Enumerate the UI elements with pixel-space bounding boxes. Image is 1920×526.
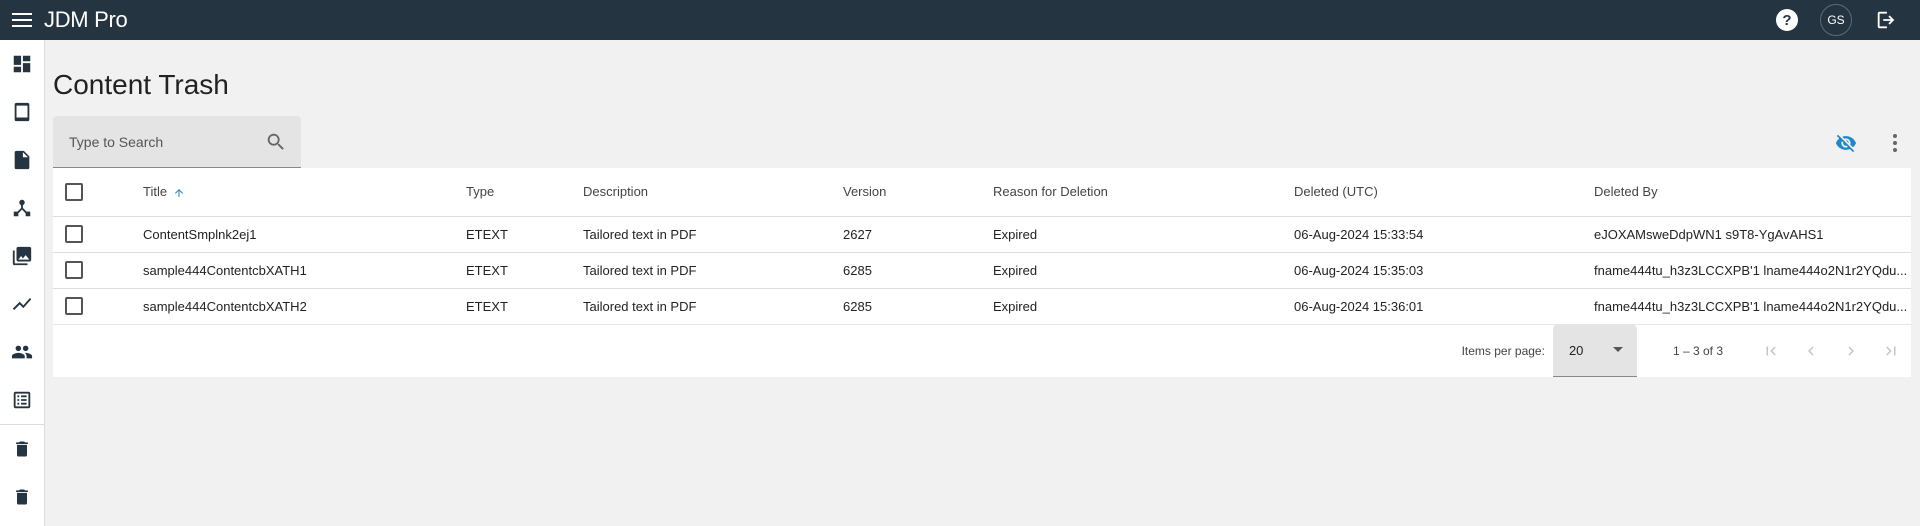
cell-deleted: 06-Aug-2024 15:33:54 xyxy=(1294,216,1594,253)
page-range-label: 1 – 3 of 3 xyxy=(1672,343,1723,358)
toggle-visibility-button[interactable] xyxy=(1833,132,1859,159)
column-header-deleted[interactable]: Deleted (UTC) xyxy=(1294,168,1594,217)
cell-version: 6285 xyxy=(843,288,993,325)
next-page-button[interactable] xyxy=(1831,331,1871,371)
first-page-button[interactable] xyxy=(1751,331,1791,371)
sidebar-item-content-trash[interactable] xyxy=(0,473,44,521)
trash-icon xyxy=(16,441,28,457)
sidebar-nav xyxy=(0,40,45,526)
sidebar-item-workflows[interactable] xyxy=(0,184,44,232)
paginator: Items per page: 20 1 – 3 of 3 xyxy=(53,324,1911,377)
cell-title: sample444ContentcbXATH2 xyxy=(143,288,466,325)
table-row[interactable]: sample444ContentcbXATH1 ETEXT Tailored t… xyxy=(53,252,1911,289)
cell-version: 6285 xyxy=(843,252,993,289)
gallery-icon xyxy=(12,246,32,266)
dropdown-caret-icon xyxy=(1612,346,1623,352)
previous-page-button[interactable] xyxy=(1791,331,1831,371)
column-header-deleted-by[interactable]: Deleted By xyxy=(1594,168,1911,217)
logout-button[interactable] xyxy=(1866,0,1906,40)
main-content: Content Trash Title Type Description xyxy=(53,40,1911,377)
cell-type: ETEXT xyxy=(466,288,583,325)
sidebar-item-gallery[interactable] xyxy=(0,232,44,280)
content-trash-table: Title Type Description Version Reason fo… xyxy=(53,168,1911,377)
cell-reason: Expired xyxy=(993,288,1294,325)
cell-type: ETEXT xyxy=(466,216,583,253)
people-icon xyxy=(11,345,33,359)
sort-ascending-icon xyxy=(175,188,184,197)
chevron-left-icon xyxy=(1808,346,1814,355)
cell-description: Tailored text in PDF xyxy=(583,288,843,325)
table-header-row: Title Type Description Version Reason fo… xyxy=(53,168,1911,217)
search-input[interactable] xyxy=(69,133,259,150)
items-per-page-label: Items per page: xyxy=(1461,343,1545,358)
column-header-version[interactable]: Version xyxy=(843,168,993,217)
table-row[interactable]: sample444ContentcbXATH2 ETEXT Tailored t… xyxy=(53,288,1911,325)
sidebar-item-analytics[interactable] xyxy=(0,280,44,328)
sidebar-item-users[interactable] xyxy=(0,328,44,376)
sidebar-item-trash[interactable] xyxy=(0,425,44,473)
cell-title: ContentSmplnk2ej1 xyxy=(143,216,466,253)
sidebar-item-devices[interactable] xyxy=(0,88,44,136)
cell-description: Tailored text in PDF xyxy=(583,216,843,253)
cell-reason: Expired xyxy=(993,216,1294,253)
last-page-icon xyxy=(1886,346,1896,355)
search-icon[interactable] xyxy=(265,131,287,153)
items-per-page-value: 20 xyxy=(1568,342,1584,358)
user-avatar[interactable]: GS xyxy=(1820,4,1852,36)
cell-title: sample444ContentcbXATH1 xyxy=(143,252,466,289)
document-icon xyxy=(14,150,30,170)
select-all-checkbox[interactable] xyxy=(65,182,83,201)
page-title: Content Trash xyxy=(53,69,229,100)
row-checkbox[interactable] xyxy=(65,261,83,279)
tablet-icon xyxy=(14,102,30,122)
column-header-title[interactable]: Title xyxy=(143,168,466,217)
app-title: JDM Pro xyxy=(44,7,128,32)
cell-deleted-by: fname444tu_h3z3LCCXPB'1 lname444o2N1r2YQ… xyxy=(1594,288,1911,325)
column-header-description[interactable]: Description xyxy=(583,168,843,217)
visibility-off-icon xyxy=(1835,134,1856,153)
column-header-reason[interactable]: Reason for Deletion xyxy=(993,168,1294,217)
cell-deleted-by: fname444tu_h3z3LCCXPB'1 lname444o2N1r2YQ… xyxy=(1594,252,1911,289)
cell-deleted: 06-Aug-2024 15:35:03 xyxy=(1294,252,1594,289)
cell-deleted-by: eJOXAMsweDdpWN1 s9T8-YgAvAHS1 xyxy=(1594,216,1911,253)
workflow-icon xyxy=(13,199,31,217)
dashboard-icon xyxy=(13,55,31,73)
last-page-button[interactable] xyxy=(1871,331,1911,371)
row-checkbox[interactable] xyxy=(65,297,83,315)
cell-deleted: 06-Aug-2024 15:36:01 xyxy=(1294,288,1594,325)
table-row[interactable]: ContentSmplnk2ej1 ETEXT Tailored text in… xyxy=(53,216,1911,253)
sidebar-item-dashboard[interactable] xyxy=(0,40,44,88)
hamburger-menu-icon xyxy=(12,13,32,27)
list-icon xyxy=(13,391,31,409)
items-per-page-select[interactable]: 20 xyxy=(1552,324,1637,377)
cell-description: Tailored text in PDF xyxy=(583,252,843,289)
column-header-type[interactable]: Type xyxy=(466,168,583,217)
top-app-bar: JDM Pro ? GS xyxy=(0,0,1920,40)
chevron-right-icon xyxy=(1848,346,1854,355)
sidebar-item-lists[interactable] xyxy=(0,376,44,424)
analytics-icon xyxy=(12,298,32,310)
cell-reason: Expired xyxy=(993,252,1294,289)
more-vertical-icon xyxy=(1893,134,1897,152)
menu-button[interactable] xyxy=(0,0,44,40)
help-button[interactable]: ? xyxy=(1776,9,1798,31)
more-options-button[interactable] xyxy=(1891,132,1899,159)
table-toolbar xyxy=(53,116,1911,168)
logout-icon xyxy=(1877,11,1895,29)
first-page-icon xyxy=(1766,346,1776,355)
search-field[interactable] xyxy=(53,116,301,168)
row-checkbox[interactable] xyxy=(65,225,83,243)
sidebar-item-documents[interactable] xyxy=(0,136,44,184)
cell-type: ETEXT xyxy=(466,252,583,289)
cell-version: 2627 xyxy=(843,216,993,253)
content-trash-icon xyxy=(16,489,28,505)
